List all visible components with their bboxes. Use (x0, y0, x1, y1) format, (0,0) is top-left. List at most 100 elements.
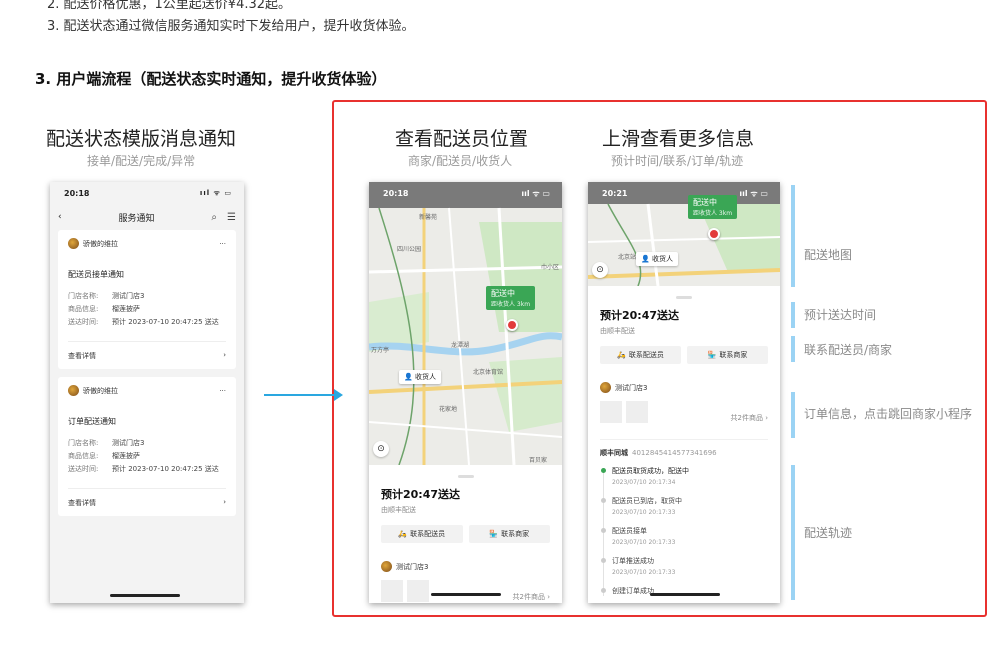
store-row[interactable]: 测试门店3 (381, 561, 550, 572)
map-label: 四川公园 (397, 246, 422, 253)
carrier-label: 由顺丰配送 (600, 327, 635, 335)
bottom-sheet[interactable]: 预计20:47送达 由顺丰配送 🛵 联系配送员 🏪 联系商家 测试门店3 共2件… (369, 465, 562, 602)
home-indicator (431, 593, 501, 596)
track-step: 配送员取货成功，配送中 2023/07/10 20:17:34 (601, 466, 768, 486)
nav-bar: ‹ 服务通知 ⌕ ☰ (50, 204, 244, 230)
contact-merchant-button[interactable]: 🏪 联系商家 (687, 346, 768, 364)
sender-name: 骄傲的维拉 (83, 386, 118, 395)
map-label: 巾小区 (541, 264, 560, 271)
field-value: 榴莲披萨 (112, 452, 140, 460)
nav-title: 服务通知 (118, 213, 155, 224)
sender-name: 骄傲的维拉 (83, 239, 118, 248)
field-value: 预计 2023-07-10 20:47:25 送达 (112, 318, 219, 326)
locate-icon[interactable]: ⊙ (373, 441, 389, 457)
chevron-right-icon: › (223, 351, 226, 359)
annotation-contact: 联系配送员/商家 (804, 343, 893, 357)
sheet-handle[interactable] (457, 475, 474, 478)
store-icon: 🏪 (707, 351, 717, 359)
sheet-handle[interactable] (676, 296, 692, 299)
annotation-bar (791, 336, 795, 362)
track-dot-icon (601, 528, 606, 533)
notification-card[interactable]: 骄傲的维拉 ··· 订单配送通知 门店名称: 测试门店3 商品信息: 榴莲披萨 送达… (58, 377, 236, 516)
rider-marker-icon[interactable] (708, 228, 720, 240)
badge-title: 配送中 (693, 198, 717, 207)
badge-title: 配送中 (491, 289, 515, 298)
annotation-bar (791, 465, 795, 600)
contact-rider-label: 联系配送员 (410, 530, 446, 538)
more-icon[interactable]: ··· (219, 240, 226, 248)
contact-rider-button[interactable]: 🛵 联系配送员 (600, 346, 681, 364)
status-time: 20:18 (383, 188, 409, 198)
arrow-line (264, 394, 338, 396)
track-step-time: 2023/07/10 20:17:33 (612, 509, 676, 516)
contact-merchant-button[interactable]: 🏪 联系商家 (468, 525, 550, 543)
store-row[interactable]: 测试门店3 (600, 382, 768, 393)
annotation-bar (791, 185, 795, 287)
delivery-map[interactable]: 20:21 ııl ᯤ ▭ 北京站 配送中 距收货人 3km 👤 收货人 ⊙ (588, 182, 780, 286)
map-graphic (369, 182, 562, 465)
home-indicator (110, 594, 180, 597)
annotation-track: 配送轨迹 (804, 526, 853, 540)
column-subtitle-notifications: 接单/配送/完成/异常 (87, 154, 196, 168)
receiver-marker[interactable]: 👤 收货人 (399, 370, 441, 384)
locate-icon[interactable]: ⊙ (592, 262, 608, 278)
avatar (68, 238, 79, 249)
bottom-sheet[interactable]: 预计20:47送达 由顺丰配送 🛵 联系配送员 🏪 联系商家 测试门店3 共2件… (588, 286, 780, 596)
contact-rider-label: 联系配送员 (628, 351, 664, 359)
intro-item: 3. 配送状态通过微信服务通知实时下发给用户，提升收货体验。 (47, 19, 415, 34)
field-value: 测试门店3 (112, 292, 145, 300)
receiver-marker[interactable]: 👤 收货人 (636, 252, 678, 266)
delivery-map[interactable]: 20:18 ııl ᯤ ▭ 新馨苑 四川公园 巾小区 龙潭湖 北京体育馆 花家地… (369, 182, 562, 465)
annotation-eta: 预计送达时间 (804, 308, 877, 322)
field-label: 送达时间: (68, 465, 99, 473)
notification-card[interactable]: 骄傲的维拉 ··· 配送员接单通知 门店名称: 测试门店3 商品信息: 榴莲披萨 送… (58, 230, 236, 369)
goods-thumbnail (626, 401, 648, 423)
track-dot-icon (601, 468, 606, 473)
contact-rider-button[interactable]: 🛵 联系配送员 (381, 525, 463, 543)
rider-status-badge: 配送中 距收货人 3km (688, 195, 738, 219)
status-icons: ııl ᯤ ▭ (739, 188, 768, 198)
status-time: 20:18 (64, 188, 90, 198)
card-title: 订单配送通知 (68, 417, 116, 426)
store-avatar (600, 382, 611, 393)
phone-service-notifications: 20:18 ııl ᯤ ▭ ‹ 服务通知 ⌕ ☰ 骄傲的维拉 ··· 配送员接单… (50, 182, 244, 603)
field-label: 商品信息: (68, 452, 99, 460)
goods-row[interactable]: 共2件商品 › (600, 401, 768, 423)
intro-list: 2. 配送价格优惠，1公里起送价¥4.32起。 3. 配送状态通过微信服务通知实… (47, 0, 415, 38)
track-step-time: 2023/07/10 20:17:33 (612, 539, 676, 546)
track-step-time: 2023/07/10 20:17:33 (612, 569, 676, 576)
annotation-bar (791, 302, 795, 328)
rider-marker-icon[interactable] (506, 319, 518, 331)
contact-merchant-label: 联系商家 (501, 530, 530, 538)
eta-title: 预计20:47送达 (381, 488, 461, 501)
store-avatar (381, 561, 392, 572)
field-value: 预计 2023-07-10 20:47:25 送达 (112, 465, 219, 473)
map-label: 龙潭湖 (451, 342, 470, 349)
field-label: 门店名称: (68, 292, 99, 300)
rider-icon: 🛵 (398, 530, 408, 538)
track-step-title: 订单推送成功 (612, 557, 654, 565)
order-number: 4012845414577341696 (632, 449, 717, 457)
field-label: 商品信息: (68, 305, 99, 313)
contact-merchant-label: 联系商家 (719, 351, 748, 359)
goods-row[interactable]: 共2件商品 › (381, 580, 550, 602)
map-label: 北京站 (618, 254, 637, 261)
track-step: 订单推送成功 2023/07/10 20:17:33 (601, 556, 768, 576)
back-icon[interactable]: ‹ (58, 212, 62, 222)
card-title: 配送员接单通知 (68, 270, 124, 279)
view-details-link[interactable]: 查看详情 › (68, 488, 226, 508)
track-step-title: 配送员取货成功，配送中 (612, 467, 689, 475)
goods-thumbnail (381, 580, 403, 602)
phone-more-info: 20:21 ııl ᯤ ▭ 北京站 配送中 距收货人 3km 👤 收货人 ⊙ 预… (588, 182, 780, 603)
view-details-link[interactable]: 查看详情 › (68, 341, 226, 361)
annotation-bar (791, 392, 795, 438)
receiver-label: 收货人 (414, 373, 436, 381)
track-step-title: 配送员接单 (612, 527, 647, 535)
status-bar: 20:18 ııl ᯤ ▭ (50, 182, 244, 204)
track-dot-icon (601, 498, 606, 503)
track-step: 配送员已到店，取货中 2023/07/10 20:17:33 (601, 496, 768, 516)
more-icon[interactable]: ··· (219, 387, 226, 395)
search-icon[interactable]: ⌕ (211, 212, 217, 223)
menu-icon[interactable]: ☰ (227, 212, 236, 223)
status-icons: ııl ᯤ ▭ (521, 188, 550, 198)
